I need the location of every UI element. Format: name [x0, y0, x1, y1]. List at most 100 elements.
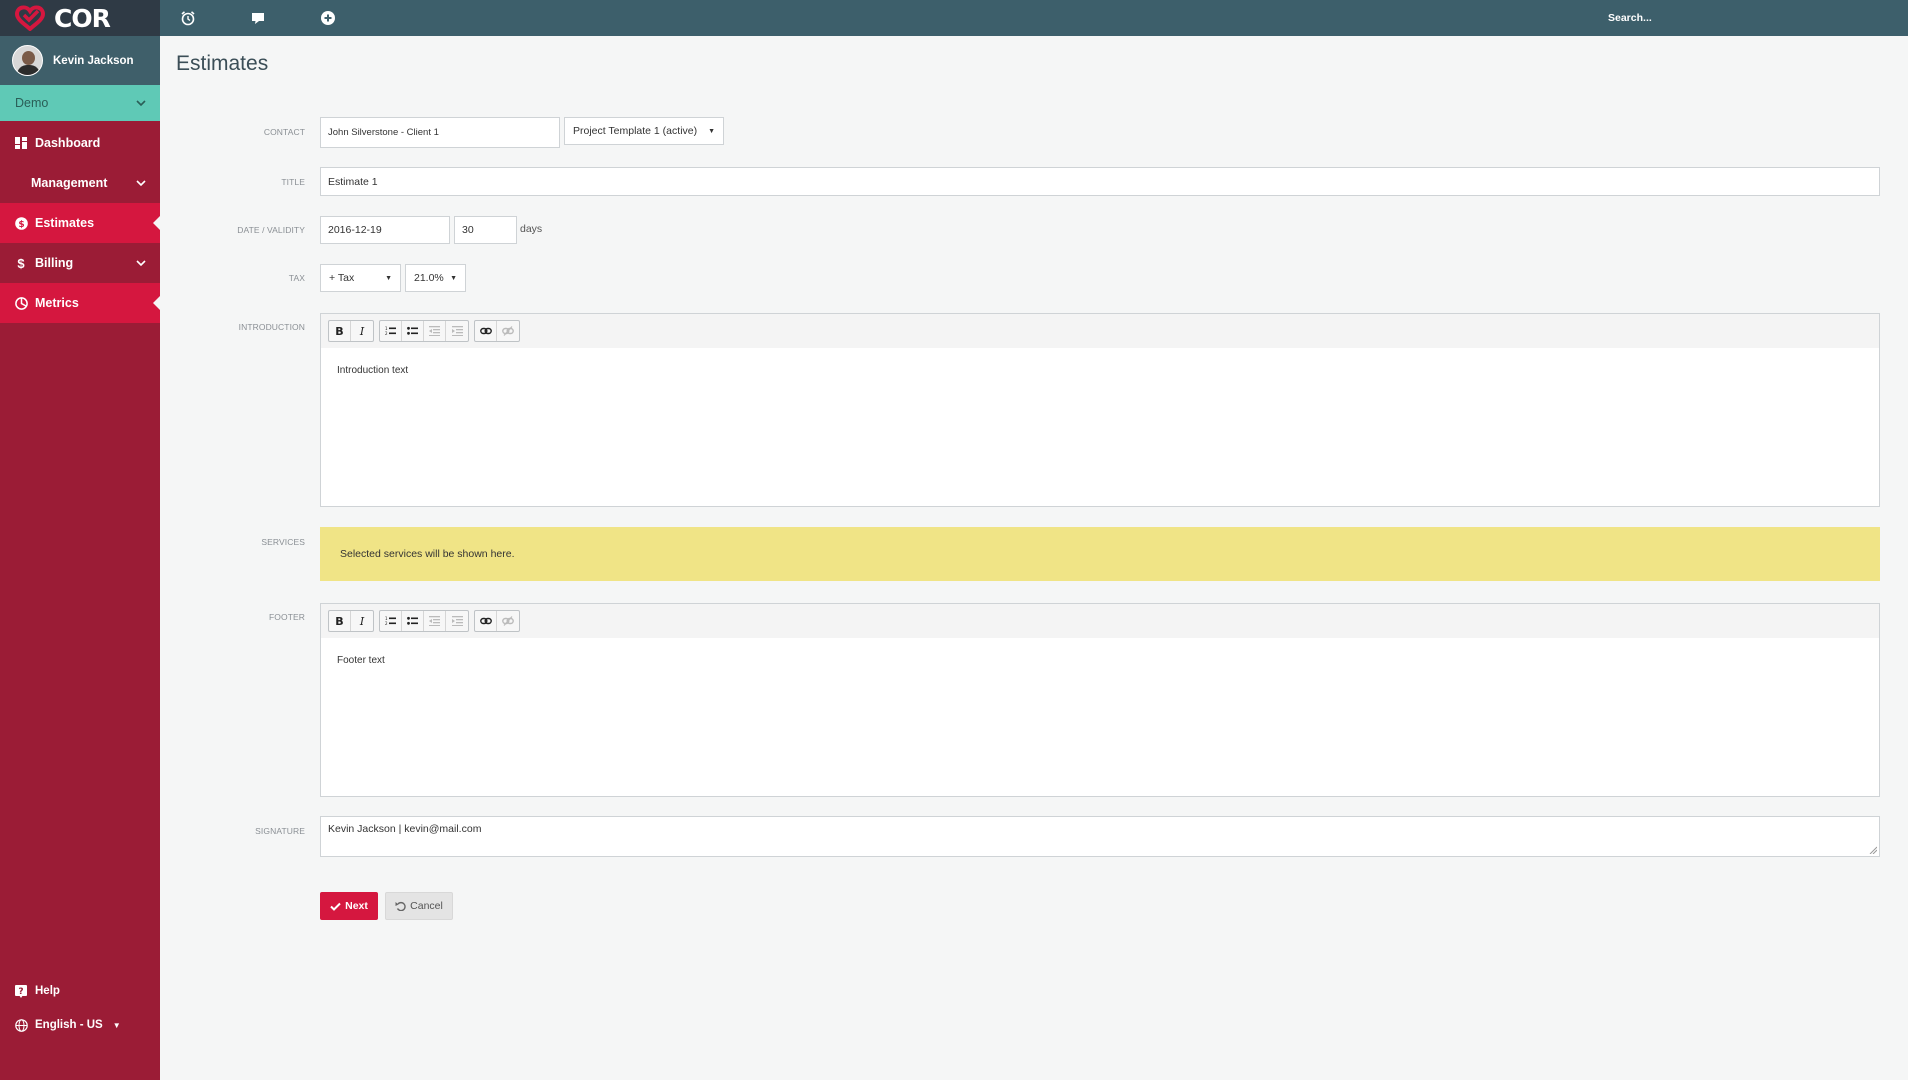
tax-rate-value: 21.0%: [414, 272, 444, 284]
introduction-editor: B I 12 Introduction text: [320, 313, 1880, 507]
chevron-down-icon: [136, 100, 146, 107]
contact-label: CONTACT: [263, 127, 305, 137]
sidebar-item-billing[interactable]: $ Billing: [0, 243, 160, 283]
title-value: Estimate 1: [328, 175, 378, 188]
message-icon[interactable]: [250, 10, 266, 26]
pie-chart-icon: [14, 296, 28, 310]
svg-text:2: 2: [385, 331, 388, 336]
services-notice: Selected services will be shown here.: [320, 527, 1880, 581]
bullet-list-button[interactable]: [402, 321, 424, 341]
tax-label: TAX: [288, 273, 305, 283]
svg-text:$: $: [18, 220, 24, 230]
ordered-list-icon: 12: [385, 326, 396, 336]
unlink-button[interactable]: [497, 611, 519, 631]
date-value: 2016-12-19: [328, 224, 382, 236]
signature-field[interactable]: Kevin Jackson | kevin@mail.com: [320, 816, 1880, 857]
check-icon: [330, 902, 341, 911]
svg-text:?: ?: [18, 987, 23, 997]
heart-logo-icon: [14, 5, 46, 31]
tax-type-select[interactable]: + Tax ▼: [320, 264, 401, 292]
page-title: Estimates: [176, 52, 269, 75]
indent-button[interactable]: [446, 321, 468, 341]
unlink-button[interactable]: [497, 321, 519, 341]
bullet-list-button[interactable]: [402, 611, 424, 631]
org-selector[interactable]: Demo: [0, 85, 160, 121]
alarm-clock-icon[interactable]: [180, 10, 196, 26]
validity-unit: days: [520, 223, 543, 235]
title-label: TITLE: [281, 177, 305, 187]
services-label: SERVICES: [261, 537, 305, 547]
dollar-icon: $: [17, 255, 25, 271]
sidebar-item-management[interactable]: Management: [0, 163, 160, 203]
indent-button[interactable]: [446, 611, 468, 631]
sidebar-item-metrics[interactable]: Metrics: [0, 283, 160, 323]
user-profile[interactable]: Kevin Jackson: [0, 36, 160, 85]
services-text: Selected services will be shown here.: [340, 548, 515, 560]
signature-label: SIGNATURE: [255, 826, 305, 836]
italic-button[interactable]: I: [351, 611, 373, 631]
editor-toolbar: B I 12: [321, 604, 1879, 638]
outdent-icon: [429, 326, 440, 336]
validity-field[interactable]: 30: [454, 216, 517, 244]
sidebar-item-label: Metrics: [35, 296, 79, 310]
footer-label: FOOTER: [268, 612, 305, 622]
validity-value: 30: [462, 224, 474, 236]
next-label: Next: [345, 900, 368, 912]
editor-toolbar: B I 12: [321, 314, 1879, 348]
sidebar-item-label: Dashboard: [35, 136, 101, 150]
bold-button[interactable]: B: [329, 611, 351, 631]
top-bar: Search...: [160, 0, 1908, 36]
indent-icon: [451, 326, 463, 336]
footer-content[interactable]: Footer text: [321, 638, 1879, 683]
ordered-list-button[interactable]: 12: [380, 321, 402, 341]
bold-button[interactable]: B: [329, 321, 351, 341]
globe-icon: [14, 1018, 28, 1032]
date-field[interactable]: 2016-12-19: [320, 216, 450, 244]
help-label: Help: [35, 985, 60, 997]
caret-down-icon: ▼: [385, 274, 392, 282]
help-icon: ?: [14, 984, 28, 998]
title-field[interactable]: Estimate 1: [320, 167, 1880, 196]
outdent-button[interactable]: [424, 321, 446, 341]
dashboard-icon: [14, 136, 28, 150]
tax-rate-select[interactable]: 21.0% ▼: [405, 264, 466, 292]
ordered-list-icon: 12: [385, 616, 396, 626]
avatar: [12, 45, 43, 76]
contact-field[interactable]: John Silverstone - Client 1: [320, 117, 560, 148]
link-button[interactable]: [475, 321, 497, 341]
signature-value: Kevin Jackson | kevin@mail.com: [328, 823, 482, 835]
svg-text:2: 2: [385, 621, 388, 626]
unlink-icon: [502, 616, 514, 626]
project-template-value: Project Template 1 (active): [573, 125, 698, 137]
help-link[interactable]: ? Help: [0, 974, 160, 1008]
cancel-button[interactable]: Cancel: [385, 892, 453, 920]
sidebar: COR Kevin Jackson Demo Dashboard Managem…: [0, 0, 160, 1080]
date-validity-label: DATE / VALIDITY: [237, 225, 305, 235]
link-icon: [479, 617, 492, 625]
outdent-button[interactable]: [424, 611, 446, 631]
caret-down-icon: ▼: [112, 1020, 121, 1030]
sidebar-item-dashboard[interactable]: Dashboard: [0, 123, 160, 163]
logo[interactable]: COR: [0, 0, 160, 36]
sidebar-item-estimates[interactable]: $ Estimates: [0, 203, 160, 243]
add-circle-icon[interactable]: [320, 10, 336, 26]
undo-icon: [395, 901, 406, 911]
introduction-content[interactable]: Introduction text: [321, 348, 1879, 393]
indent-icon: [451, 616, 463, 626]
unlink-icon: [502, 326, 514, 336]
link-icon: [479, 327, 492, 335]
footer-editor: B I 12 Footer text: [320, 603, 1880, 797]
italic-button[interactable]: I: [351, 321, 373, 341]
next-button[interactable]: Next: [320, 892, 378, 920]
project-template-select[interactable]: Project Template 1 (active) ▼: [564, 117, 724, 145]
caret-down-icon: ▼: [708, 127, 715, 135]
link-button[interactable]: [475, 611, 497, 631]
logo-text: COR: [54, 3, 111, 33]
user-name: Kevin Jackson: [53, 54, 134, 67]
sidebar-item-label: Management: [31, 176, 108, 190]
ordered-list-button[interactable]: 12: [380, 611, 402, 631]
resize-handle-icon[interactable]: [1869, 846, 1877, 854]
language-selector[interactable]: English - US ▼: [0, 1008, 160, 1042]
org-selected-label: Demo: [15, 96, 49, 110]
search-input[interactable]: Search...: [1608, 0, 1652, 36]
